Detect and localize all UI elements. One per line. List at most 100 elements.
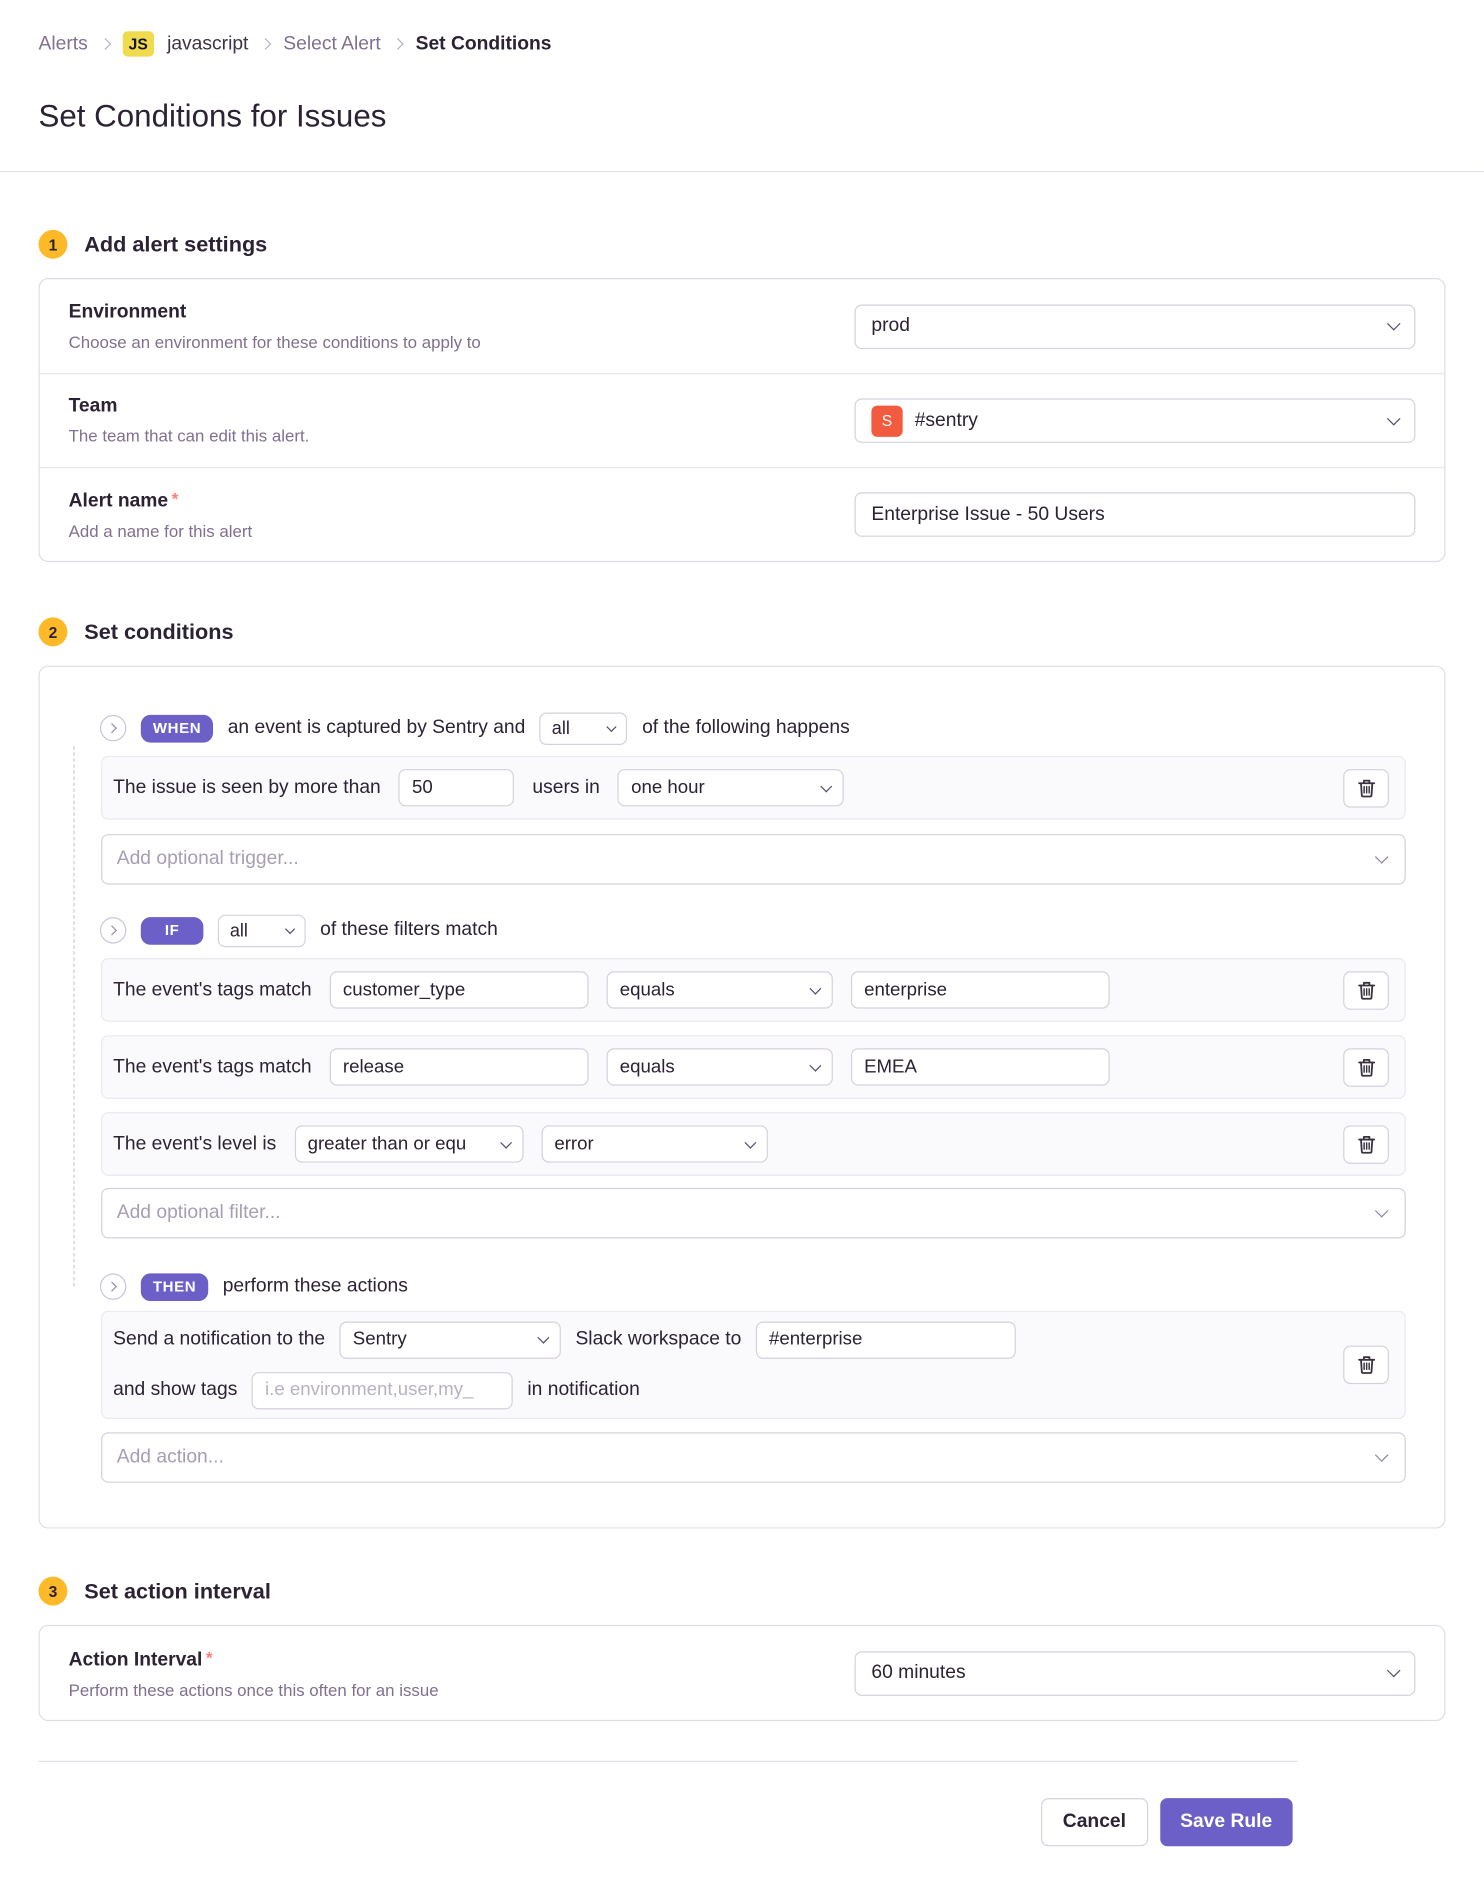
add-optional-filter[interactable]: Add optional filter... xyxy=(101,1188,1406,1239)
filter-value-input[interactable] xyxy=(851,971,1110,1008)
step-number-badge: 3 xyxy=(39,1577,68,1606)
alert-settings-panel: Environment Choose an environment for th… xyxy=(39,278,1446,562)
trash-icon xyxy=(1357,778,1375,797)
then-text: perform these actions xyxy=(223,1276,408,1298)
level-value-select[interactable]: error xyxy=(541,1125,767,1162)
add-action-placeholder: Add action... xyxy=(117,1447,224,1469)
add-optional-trigger[interactable]: Add optional trigger... xyxy=(101,834,1406,885)
section-title: Set action interval xyxy=(84,1578,271,1603)
team-select-value: #sentry xyxy=(915,410,978,432)
alert-name-input[interactable] xyxy=(855,492,1416,537)
filter-label: The event's level is xyxy=(113,1133,276,1155)
if-header: IF all of these filters match xyxy=(78,914,1406,948)
trigger-count-input[interactable] xyxy=(399,769,515,806)
filter-value-input[interactable] xyxy=(851,1048,1110,1085)
breadcrumb-select-alert[interactable]: Select Alert xyxy=(283,33,380,55)
then-badge: THEN xyxy=(141,1273,208,1301)
level-op-select[interactable]: greater than or equ xyxy=(294,1125,523,1162)
when-text-after: of the following happens xyxy=(642,717,850,739)
chevron-down-icon xyxy=(538,1332,550,1344)
filter-key-input[interactable] xyxy=(330,1048,589,1085)
chevron-right-circle-icon[interactable] xyxy=(100,715,126,741)
trash-icon xyxy=(1357,1355,1375,1374)
chevron-down-icon xyxy=(821,780,833,792)
section-title: Add alert settings xyxy=(84,232,267,257)
breadcrumb-project[interactable]: javascript xyxy=(167,33,248,55)
conditions-panel: WHEN an event is captured by Sentry and … xyxy=(39,666,1446,1529)
team-select[interactable]: S #sentry xyxy=(855,398,1416,443)
environment-select-value: prod xyxy=(871,315,910,337)
filter-op-select[interactable]: equals xyxy=(607,1048,833,1085)
chevron-down-icon xyxy=(1387,1664,1401,1678)
if-badge: IF xyxy=(141,917,204,945)
delete-trigger-button[interactable] xyxy=(1343,768,1389,807)
filter-row-tags-2: The event's tags match equals xyxy=(101,1035,1406,1099)
then-header: THEN perform these actions xyxy=(78,1270,1406,1304)
delete-filter-button[interactable] xyxy=(1343,1125,1389,1164)
level-op-value: greater than or equ xyxy=(308,1133,467,1155)
trigger-condition-row: The issue is seen by more than users in … xyxy=(101,756,1406,820)
alert-name-label-block: Alert name* Add a name for this alert xyxy=(69,489,253,541)
action-interval-select[interactable]: 60 minutes xyxy=(855,1651,1416,1696)
trigger-interval-value: one hour xyxy=(631,777,705,799)
delete-action-button[interactable] xyxy=(1343,1346,1389,1385)
action-text-4: in notification xyxy=(527,1379,639,1401)
chevron-down-icon xyxy=(1375,1204,1389,1218)
filter-key-input[interactable] xyxy=(330,971,589,1008)
breadcrumb-alerts[interactable]: Alerts xyxy=(39,33,88,55)
trash-icon xyxy=(1357,1057,1375,1076)
chevron-right-circle-icon[interactable] xyxy=(100,1273,126,1299)
save-rule-button[interactable]: Save Rule xyxy=(1160,1798,1293,1846)
alert-name-label: Alert name* xyxy=(69,489,253,513)
chevron-down-icon xyxy=(1375,1448,1389,1462)
workspace-value: Sentry xyxy=(353,1329,407,1351)
action-interval-description: Perform these actions once this often fo… xyxy=(69,1680,439,1699)
action-interval-panel: Action Interval* Perform these actions o… xyxy=(39,1625,1446,1721)
filter-label: The event's tags match xyxy=(113,979,311,1001)
action-text-3: and show tags xyxy=(113,1379,237,1401)
environment-select[interactable]: prod xyxy=(855,304,1416,349)
chevron-right-icon xyxy=(99,38,111,50)
add-trigger-placeholder: Add optional trigger... xyxy=(117,849,299,871)
when-header: WHEN an event is captured by Sentry and … xyxy=(78,711,1406,745)
channel-input[interactable] xyxy=(756,1321,1016,1358)
if-match-select[interactable]: all xyxy=(218,914,306,946)
alert-name-description: Add a name for this alert xyxy=(69,521,253,540)
action-text-1: Send a notification to the xyxy=(113,1329,325,1351)
chevron-right-circle-icon[interactable] xyxy=(100,917,126,943)
chevron-right-icon xyxy=(392,38,404,50)
footer-divider xyxy=(39,1761,1298,1762)
chevron-down-icon xyxy=(744,1136,756,1148)
chevron-down-icon xyxy=(809,1059,821,1071)
action-interval-label-block: Action Interval* Perform these actions o… xyxy=(69,1647,439,1699)
breadcrumb: Alerts JS javascript Select Alert Set Co… xyxy=(0,0,1484,57)
action-lines: Send a notification to the Sentry Slack … xyxy=(113,1321,1016,1409)
trash-icon xyxy=(1357,980,1375,999)
cancel-button[interactable]: Cancel xyxy=(1041,1798,1147,1846)
filter-op-value: equals xyxy=(620,979,675,1001)
trigger-text-before: The issue is seen by more than xyxy=(113,777,381,799)
delete-filter-button[interactable] xyxy=(1343,971,1389,1010)
team-label-block: Team The team that can edit this alert. xyxy=(69,396,310,445)
chevron-down-icon xyxy=(285,924,295,934)
add-filter-placeholder: Add optional filter... xyxy=(117,1202,281,1224)
when-match-select[interactable]: all xyxy=(540,712,628,744)
delete-filter-button[interactable] xyxy=(1343,1048,1389,1087)
add-action[interactable]: Add action... xyxy=(101,1432,1406,1483)
action-interval-value: 60 minutes xyxy=(871,1662,965,1684)
filter-row-level: The event's level is greater than or equ… xyxy=(101,1112,1406,1176)
chevron-down-icon xyxy=(1387,411,1401,425)
page: Alerts JS javascript Select Alert Set Co… xyxy=(0,0,1484,1887)
trigger-interval-select[interactable]: one hour xyxy=(618,769,844,806)
team-avatar: S xyxy=(871,405,902,436)
required-mark: * xyxy=(172,489,179,508)
chevron-down-icon xyxy=(500,1136,512,1148)
when-badge: WHEN xyxy=(141,714,213,742)
section-set-conditions: 2 Set conditions xyxy=(39,617,1446,646)
breadcrumb-current: Set Conditions xyxy=(416,33,552,55)
action-interval-label: Action Interval* xyxy=(69,1647,439,1671)
trigger-text-middle: users in xyxy=(532,777,599,799)
tags-input[interactable] xyxy=(252,1371,513,1408)
filter-op-select[interactable]: equals xyxy=(607,971,833,1008)
workspace-select[interactable]: Sentry xyxy=(340,1321,561,1358)
